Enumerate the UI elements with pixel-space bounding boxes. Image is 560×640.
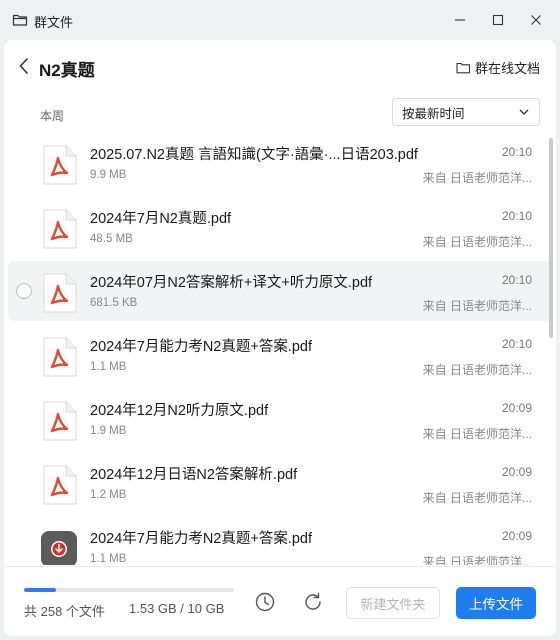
file-time: 20:09 [501,465,532,479]
minimize-icon [455,19,465,21]
pdf-icon [43,401,77,441]
file-time: 20:09 [501,529,532,543]
section-label: 本周 [40,109,65,123]
upload-file-button[interactable]: 上传文件 [456,587,536,619]
refresh-icon[interactable] [302,591,324,613]
scrollbar-thumb[interactable] [549,138,553,338]
history-clock-icon[interactable] [254,591,276,613]
file-size: 1.1 MB [90,553,127,565]
file-name: 2024年12月日语N2答案解析.pdf [90,467,298,483]
close-button[interactable] [522,8,550,32]
maximize-button[interactable] [484,8,512,32]
folder-icon [456,62,471,73]
close-icon [531,15,541,25]
pdf-icon [43,209,77,249]
file-name: 2024年7月能力考N2真题+答案.pdf [90,339,313,355]
file-uploader: 来自 日语老师范洋... [422,299,532,313]
file-size: 9.9 MB [90,169,127,181]
file-list: 2025.07.N2真题 言語知識(文字·語彙·...日语203.pdf 9.9 … [4,133,556,565]
file-name: 2024年7月能力考N2真题+答案.pdf [90,531,313,547]
file-name: 2024年07月N2答案解析+译文+听力原文.pdf [90,275,373,291]
file-name: 2024年7月N2真题.pdf [90,211,232,227]
storage-progress-fill [24,588,57,592]
file-row[interactable]: 2024年7月能力考N2真题+答案.pdf 1.1 MB 20:09 来自 日语老师范… [8,517,552,565]
file-uploader: 来自 日语老师范洋... [422,235,532,249]
window-title: 群文件 [34,15,74,30]
file-uploader: 来自 日语老师范洋... [422,555,532,565]
file-row[interactable]: 2024年12月日语N2答案解析.pdf 1.2 MB 20:09 来自 日语老师范洋… [8,453,552,513]
chevron-down-icon [519,109,529,115]
footer-bar: 共 258 个文件 1.53 GB / 10 GB 新建文件夹 上传文件 [4,566,556,636]
title-bar: 群文件 [0,0,560,40]
storage-usage: 1.53 GB / 10 GB [129,601,225,616]
online-docs-link[interactable]: 群在线文档 [456,58,540,77]
file-uploader: 来自 日语老师范洋... [422,171,532,185]
pdf-icon [43,273,77,313]
select-radio[interactable] [16,283,32,299]
maximize-icon [492,14,504,26]
file-row[interactable]: 2024年7月N2真题.pdf 48.5 MB 20:10 来自 日语老师范洋... [8,197,552,257]
minimize-button[interactable] [446,8,474,32]
new-folder-button[interactable]: 新建文件夹 [346,587,440,619]
file-size: 681.5 KB [90,297,138,309]
back-chevron-icon[interactable] [16,56,32,76]
online-docs-label: 群在线文档 [474,61,540,76]
file-name: 2024年12月N2听力原文.pdf [90,403,269,419]
file-row[interactable]: 2025.07.N2真题 言語知識(文字·語彙·...日语203.pdf 9.9 … [8,133,552,193]
file-uploader: 来自 日语老师范洋... [422,427,532,441]
sort-dropdown[interactable]: 按最新时间 [392,98,540,126]
file-name: 2025.07.N2真题 言語知識(文字·語彙·...日语203.pdf [90,147,418,163]
file-row[interactable]: 2024年7月能力考N2真题+答案.pdf 1.1 MB 20:10 来自 日语老师范… [8,325,552,385]
file-uploader: 来自 日语老师范洋... [422,363,532,377]
storage-progress-bar [24,588,234,592]
sort-selected-label: 按最新时间 [402,106,465,121]
group-files-panel: N2真题 群在线文档 本周 按最新时间 2025.07.N2真题 言語知識(文字… [4,40,556,636]
file-size: 1.1 MB [90,361,127,373]
pdf-icon [43,145,77,185]
file-size: 48.5 MB [90,233,133,245]
file-count: 共 258 个文件 [24,604,105,619]
file-time: 20:10 [501,273,532,287]
file-time: 20:10 [501,209,532,223]
download-icon [41,531,77,565]
pdf-icon [43,465,77,505]
folder-icon [12,14,28,26]
page-title: N2真题 [39,61,95,80]
file-time: 20:09 [501,401,532,415]
file-time: 20:10 [501,337,532,351]
file-time: 20:10 [501,145,532,159]
file-row[interactable]: 2024年12月N2听力原文.pdf 1.9 MB 20:09 来自 日语老师范洋..… [8,389,552,449]
file-uploader: 来自 日语老师范洋... [422,491,532,505]
file-row[interactable]: 2024年07月N2答案解析+译文+听力原文.pdf 681.5 KB 20:10 来… [8,261,552,321]
file-size: 1.9 MB [90,425,127,437]
pdf-icon [43,337,77,377]
file-size: 1.2 MB [90,489,127,501]
panel-header: N2真题 群在线文档 [4,40,556,92]
